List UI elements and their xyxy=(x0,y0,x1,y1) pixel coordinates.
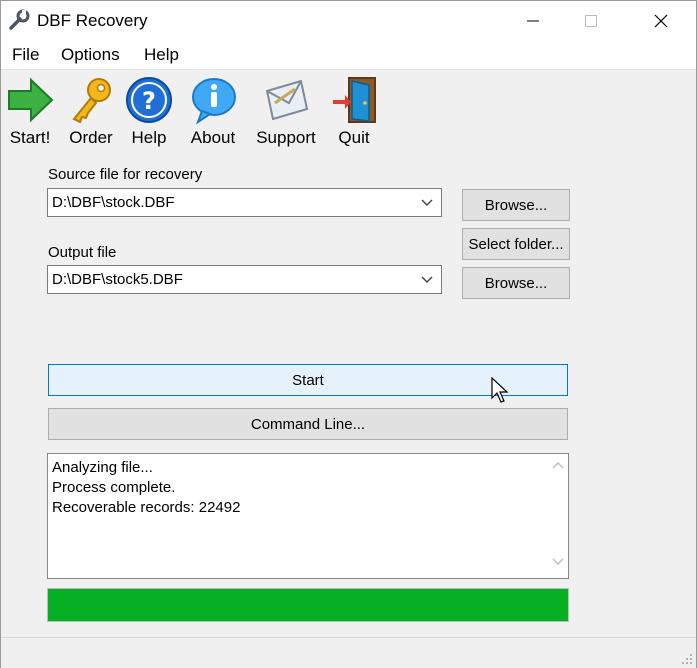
toolbar-help-button[interactable]: ? Help xyxy=(123,73,175,151)
close-icon xyxy=(654,14,668,28)
progress-bar xyxy=(47,588,569,622)
info-icon xyxy=(192,78,236,125)
toolbar-quit-button[interactable]: Quit xyxy=(331,73,377,151)
toolbar-order-label: Order xyxy=(69,128,113,147)
minimize-icon xyxy=(527,20,539,22)
menu-file[interactable]: File xyxy=(12,45,39,65)
output-value: D:\DBF\stock5.DBF xyxy=(52,271,183,288)
maximize-icon xyxy=(585,15,597,27)
app-window: DBF Recovery File Options Help Start! Or… xyxy=(0,0,697,668)
source-combo[interactable]: D:\DBF\stock.DBF xyxy=(47,188,442,217)
title-bar[interactable]: DBF Recovery xyxy=(1,1,696,40)
command-line-button[interactable]: Command Line... xyxy=(48,408,568,440)
envelope-icon xyxy=(265,79,309,121)
toolbar-about-label: About xyxy=(190,128,236,147)
scroll-up-icon[interactable] xyxy=(552,461,564,469)
door-exit-icon xyxy=(333,77,376,123)
toolbar-quit-label: Quit xyxy=(338,128,370,147)
log-line: Analyzing file... xyxy=(52,459,153,476)
source-browse-button[interactable]: Browse... xyxy=(462,189,570,221)
source-label: Source file for recovery xyxy=(48,166,203,183)
wrench-icon xyxy=(9,9,30,30)
window-title: DBF Recovery xyxy=(37,11,148,30)
toolbar-support-button[interactable]: Support xyxy=(251,73,321,151)
toolbar-help-label: Help xyxy=(131,128,167,147)
menu-help[interactable]: Help xyxy=(144,45,179,65)
close-button[interactable] xyxy=(638,1,684,40)
toolbar: Start! Order ? Help About Support Quit xyxy=(1,73,696,153)
maximize-button[interactable] xyxy=(568,1,614,40)
question-icon: ? xyxy=(126,77,172,123)
chevron-down-icon xyxy=(421,199,433,206)
log-box[interactable]: Analyzing file... Process complete. Reco… xyxy=(47,453,569,579)
toolbar-start-button[interactable]: Start! xyxy=(3,73,57,151)
key-icon xyxy=(72,78,111,124)
toolbar-order-button[interactable]: Order xyxy=(63,73,119,151)
log-line: Recoverable records: 22492 xyxy=(52,499,241,516)
green-arrow-icon xyxy=(8,77,54,123)
status-bar xyxy=(1,637,696,668)
output-browse-button[interactable]: Browse... xyxy=(462,267,570,299)
mouse-cursor-icon xyxy=(491,377,509,403)
progress-fill xyxy=(48,589,568,621)
output-combo[interactable]: D:\DBF\stock5.DBF xyxy=(47,265,442,294)
chevron-down-icon xyxy=(421,276,433,283)
svg-text:?: ? xyxy=(142,87,156,115)
toolbar-about-button[interactable]: About xyxy=(185,73,241,151)
log-line: Process complete. xyxy=(52,479,176,496)
menu-options[interactable]: Options xyxy=(61,45,120,65)
resize-grip-icon[interactable] xyxy=(681,653,693,665)
select-folder-button[interactable]: Select folder... xyxy=(462,228,570,260)
toolbar-support-label: Support xyxy=(256,128,316,147)
start-button[interactable]: Start xyxy=(48,364,568,396)
output-label: Output file xyxy=(48,244,117,261)
scroll-down-icon[interactable] xyxy=(552,558,564,566)
toolbar-start-label: Start! xyxy=(9,128,51,147)
log-scrollbar[interactable] xyxy=(548,454,568,578)
source-value: D:\DBF\stock.DBF xyxy=(52,194,175,211)
menu-bar: File Options Help xyxy=(1,40,696,70)
minimize-button[interactable] xyxy=(510,1,556,40)
